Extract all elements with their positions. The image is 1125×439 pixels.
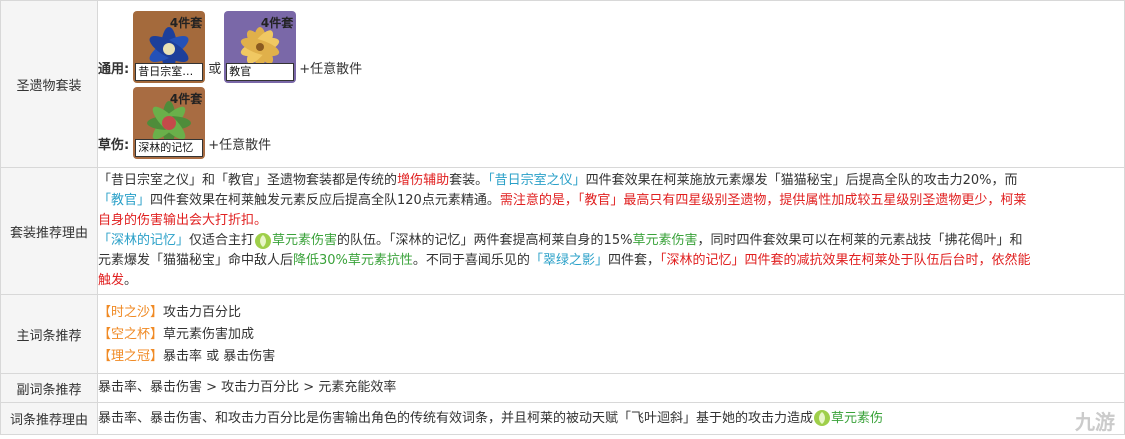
artifact-guide-table: 圣遗物套装 通用: 4件套 昔日宗室… 或 4件套 教官 +任意散件 草伤: 4… (0, 0, 1125, 435)
row-header: 圣遗物套装 (0, 0, 98, 168)
dendro-element-icon (255, 232, 272, 249)
general-sets-line: 通用: 4件套 昔日宗室… 或 4件套 教官 +任意散件 (98, 11, 1124, 83)
set-name: 教官 (226, 63, 295, 81)
row-main-stats: 主词条推荐 【时之沙】攻击力百分比 【空之杯】草元素伤害加成 【理之冠】暴击率 … (0, 294, 1125, 374)
row-header: 主词条推荐 (0, 294, 98, 374)
artifact-icon-noblesse[interactable]: 4件套 昔日宗室… (133, 11, 206, 83)
row-header: 套装推荐理由 (0, 167, 98, 295)
row-header: 词条推荐理由 (0, 402, 98, 435)
row-header: 副词条推荐 (0, 373, 98, 403)
row-artifact-sets: 圣遗物套装 通用: 4件套 昔日宗室… 或 4件套 教官 +任意散件 草伤: 4… (0, 0, 1125, 168)
main-stat-circlet: 【理之冠】暴击率 或 暴击伤害 (98, 348, 276, 364)
plus-text: +任意散件 (299, 62, 363, 77)
main-stat-goblet: 【空之杯】草元素伤害加成 (98, 326, 255, 342)
reason-line-4: 「深林的记忆」仅适合主打 草元素伤害的队伍。「深林的记忆」两件套提高柯莱自身的15… (98, 232, 1023, 249)
set-badge: 4件套 (169, 16, 203, 30)
dendro-sets-line: 草伤: 4件套 深林的记忆 +任意散件 (98, 87, 1124, 159)
reason-line-2: 「教官」四件套效果在柯莱触发元素反应后提高全队120点元素精通。需注意的是，「教… (98, 193, 1027, 208)
sub-stats-text: 暴击率、暴击伤害 > 攻击力百分比 > 元素充能效率 (97, 373, 1125, 403)
main-stat-sands: 【时之沙】攻击力百分比 (98, 304, 242, 320)
set-badge: 4件套 (260, 16, 294, 30)
reason-line-3: 自身的伤害输出会大打折扣。 (98, 213, 268, 228)
row-sub-stats: 副词条推荐 暴击率、暴击伤害 > 攻击力百分比 > 元素充能效率 (0, 373, 1125, 403)
plus-text: +任意散件 (208, 138, 272, 153)
reason-cell: 「昔日宗室之仪」和「教官」圣遗物套装都是传统的增伤辅助套装。「昔日宗室之仪」四件… (97, 167, 1125, 295)
set-name: 深林的记忆 (135, 139, 204, 157)
or-text: 或 (208, 62, 222, 77)
set-badge: 4件套 (169, 92, 203, 106)
sub-reason-tail: 草元素伤 (831, 410, 884, 426)
row-sub-reason: 词条推荐理由 暴击率、暴击伤害、和攻击力百分比是伤害输出角色的传统有效词条，并且… (0, 402, 1125, 435)
sub-reason-text: 暴击率、暴击伤害、和攻击力百分比是伤害输出角色的传统有效词条，并且柯莱的被动天赋… (98, 410, 814, 426)
set-name: 昔日宗室… (135, 63, 204, 81)
main-stats-cell: 【时之沙】攻击力百分比 【空之杯】草元素伤害加成 【理之冠】暴击率 或 暴击伤害 (97, 294, 1125, 374)
row-set-reason: 套装推荐理由 「昔日宗室之仪」和「教官」圣遗物套装都是传统的增伤辅助套装。「昔日… (0, 167, 1125, 295)
reason-line-6: 触发。 (98, 273, 138, 288)
sets-cell: 通用: 4件套 昔日宗室… 或 4件套 教官 +任意散件 草伤: 4件套 深林的… (97, 0, 1125, 168)
dendro-element-icon (814, 410, 831, 426)
artifact-icon-instructor[interactable]: 4件套 教官 (224, 11, 297, 83)
dendro-label: 草伤: (98, 138, 130, 153)
sub-reason-cell: 暴击率、暴击伤害、和攻击力百分比是伤害输出角色的传统有效词条，并且柯莱的被动天赋… (97, 402, 1125, 435)
reason-line-1: 「昔日宗室之仪」和「教官」圣遗物套装都是传统的增伤辅助套装。「昔日宗室之仪」四件… (98, 173, 1018, 188)
watermark: 九游 (1075, 410, 1115, 434)
general-label: 通用: (98, 62, 130, 77)
reason-line-5: 元素爆发「猫猫秘宝」命中敌人后降低30%草元素抗性。不同于喜闻乐见的「翠绿之影」… (98, 253, 1031, 268)
artifact-icon-deepwood[interactable]: 4件套 深林的记忆 (133, 87, 206, 159)
